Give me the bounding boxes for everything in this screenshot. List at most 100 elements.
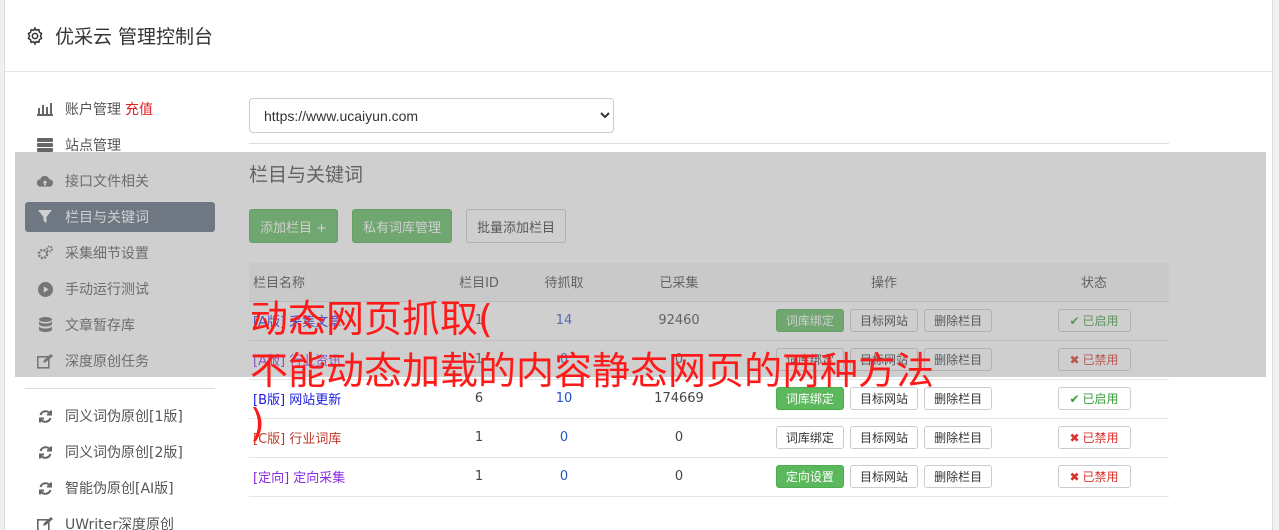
col-header-collected: 已采集 xyxy=(609,263,749,302)
sidebar-item-columns[interactable]: 栏目与关键词 xyxy=(25,202,215,232)
sidebar-item-interface[interactable]: 接口文件相关 xyxy=(25,166,215,196)
sidebar-item-label: 同义词伪原创[1版] xyxy=(65,409,183,425)
column-name-link[interactable]: 行业词库 xyxy=(289,432,341,447)
sidebar-item-label: 接口文件相关 xyxy=(65,174,149,190)
target-site-button[interactable]: 目标网站 xyxy=(849,387,918,410)
refresh-icon xyxy=(37,408,53,424)
version-tag: [C版] xyxy=(253,432,286,447)
status-toggle[interactable]: ✖ 已禁用 xyxy=(1057,426,1131,449)
table-row: [C版] 行业词库 1 0 0 词库绑定 目标网站 删除栏目 ✖ 已禁用 xyxy=(249,418,1169,458)
bar-chart-icon xyxy=(37,101,53,117)
refresh-icon xyxy=(37,444,53,460)
delete-column-button[interactable]: 删除栏目 xyxy=(924,309,993,332)
sidebar-item-label: UWriter深度原创 xyxy=(65,517,174,530)
sidebar-item-label: 站点管理 xyxy=(65,138,121,154)
column-name-link[interactable]: 采集文章 xyxy=(289,315,341,330)
cross-icon: ✖ xyxy=(1069,469,1080,484)
console-frame: 优采云 管理控制台 账户管理 充值 站点管理 接口文件相关 栏目与关键词 采集细… xyxy=(4,0,1273,530)
play-circle-icon xyxy=(37,281,53,297)
sidebar-item-article-store[interactable]: 文章暂存库 xyxy=(25,310,215,340)
cross-icon: ✖ xyxy=(1069,430,1080,445)
column-name-link[interactable]: 定向采集 xyxy=(293,471,345,486)
lexicon-bind-button[interactable]: 词库绑定 xyxy=(775,309,844,332)
cell-id: 6 xyxy=(439,379,519,419)
cell-status: ✔ 已启用 xyxy=(1019,379,1169,419)
cogs-icon xyxy=(37,245,53,261)
status-toggle[interactable]: ✔ 已启用 xyxy=(1057,309,1131,332)
header: 优采云 管理控制台 xyxy=(5,0,1272,72)
cell-id: 1 xyxy=(439,301,519,341)
cell-id: 1 xyxy=(439,457,519,497)
status-label: 已禁用 xyxy=(1082,353,1119,367)
sidebar-item-label: 手动运行测试 xyxy=(65,282,149,298)
batch-add-button[interactable]: 批量添加栏目 xyxy=(466,209,567,243)
status-label: 已启用 xyxy=(1082,392,1119,406)
cell-name: [定向] 定向采集 xyxy=(249,457,439,497)
sidebar-item-label: 同义词伪原创[2版] xyxy=(65,445,183,461)
col-header-status: 状态 xyxy=(1019,263,1169,302)
cloud-upload-icon xyxy=(37,173,53,189)
check-icon: ✔ xyxy=(1069,391,1080,406)
delete-column-button[interactable]: 删除栏目 xyxy=(924,426,993,449)
delete-column-button[interactable]: 删除栏目 xyxy=(924,348,993,371)
status-label: 已禁用 xyxy=(1082,470,1119,484)
sidebar-item-manual-run[interactable]: 手动运行测试 xyxy=(25,274,215,304)
sidebar-item-ai-rewrite[interactable]: 智能伪原创[AI版] xyxy=(25,473,215,503)
version-tag: [定向] xyxy=(253,471,290,486)
lexicon-bind-button[interactable]: 词库绑定 xyxy=(775,348,844,371)
sidebar-item-label: 栏目与关键词 xyxy=(65,210,149,226)
sidebar-item-account[interactable]: 账户管理 充值 xyxy=(25,94,215,124)
cell-pending[interactable]: 14 xyxy=(519,301,609,341)
cell-pending[interactable]: 0 xyxy=(519,340,609,380)
sidebar-item-label: 深度原创任务 xyxy=(65,354,149,370)
target-site-button[interactable]: 目标网站 xyxy=(849,426,918,449)
add-column-button[interactable]: 添加栏目 + xyxy=(249,209,339,243)
table-row: [定向] 定向采集 1 0 0 定向设置 目标网站 删除栏目 ✖ 已禁用 xyxy=(249,457,1169,497)
sidebar-item-deep-original[interactable]: 深度原创任务 xyxy=(25,346,215,376)
delete-column-button[interactable]: 删除栏目 xyxy=(924,465,993,488)
cell-id: 1 xyxy=(439,418,519,458)
target-site-button[interactable]: 目标网站 xyxy=(849,309,918,332)
cell-name: [A版] 行业资讯 xyxy=(249,340,439,380)
col-header-ops: 操作 xyxy=(749,263,1019,302)
cell-id: 1 xyxy=(439,340,519,380)
private-lexicon-button[interactable]: 私有词库管理 xyxy=(352,209,453,243)
table-row: [B版] 网站更新 6 10 174669 词库绑定 目标网站 删除栏目 ✔ 已启用 xyxy=(249,379,1169,419)
cell-collected: 174669 xyxy=(609,379,749,419)
cell-pending[interactable]: 0 xyxy=(519,457,609,497)
page-title: 优采云 管理控制台 xyxy=(55,26,214,48)
sidebar-item-sites[interactable]: 站点管理 xyxy=(25,130,215,160)
filter-icon xyxy=(37,209,53,225)
lexicon-bind-button[interactable]: 词库绑定 xyxy=(775,426,844,449)
cell-name: [A版] 采集文章 xyxy=(249,301,439,341)
column-name-link[interactable]: 网站更新 xyxy=(289,393,341,408)
target-site-button[interactable]: 目标网站 xyxy=(849,465,918,488)
site-select[interactable]: https://www.ucaiyun.com xyxy=(249,98,614,133)
cell-status: ✔ 已启用 xyxy=(1019,301,1169,341)
section-title: 栏目与关键词 xyxy=(249,164,364,186)
cell-collected: 92460 xyxy=(609,301,749,341)
sidebar-item-collect-settings[interactable]: 采集细节设置 xyxy=(25,238,215,268)
sidebar-item-synonym-v1[interactable]: 同义词伪原创[1版] xyxy=(25,401,215,431)
target-site-button[interactable]: 目标网站 xyxy=(849,348,918,371)
version-tag: [B版] xyxy=(253,393,286,408)
delete-column-button[interactable]: 删除栏目 xyxy=(924,387,993,410)
columns-table: 栏目名称 栏目ID 待抓取 已采集 操作 状态 [A版] 采集文章 1 14 9246… xyxy=(249,263,1169,497)
status-toggle[interactable]: ✖ 已禁用 xyxy=(1057,348,1131,371)
recharge-link[interactable]: 充值 xyxy=(125,99,153,119)
cell-ops: 词库绑定 目标网站 删除栏目 xyxy=(749,301,1019,341)
column-name-link[interactable]: 行业资讯 xyxy=(289,354,341,369)
sidebar-divider xyxy=(25,388,215,389)
lexicon-bind-button[interactable]: 定向设置 xyxy=(775,465,844,488)
cell-pending[interactable]: 0 xyxy=(519,418,609,458)
sidebar-item-synonym-v2[interactable]: 同义词伪原创[2版] xyxy=(25,437,215,467)
cell-status: ✖ 已禁用 xyxy=(1019,418,1169,458)
status-label: 已启用 xyxy=(1082,314,1119,328)
cell-collected: 0 xyxy=(609,340,749,380)
lexicon-bind-button[interactable]: 词库绑定 xyxy=(775,387,844,410)
sidebar-item-uwriter[interactable]: UWriter深度原创 xyxy=(25,509,215,530)
col-header-id: 栏目ID xyxy=(439,263,519,302)
status-toggle[interactable]: ✖ 已禁用 xyxy=(1057,465,1131,488)
status-toggle[interactable]: ✔ 已启用 xyxy=(1057,387,1131,410)
cell-pending[interactable]: 10 xyxy=(519,379,609,419)
